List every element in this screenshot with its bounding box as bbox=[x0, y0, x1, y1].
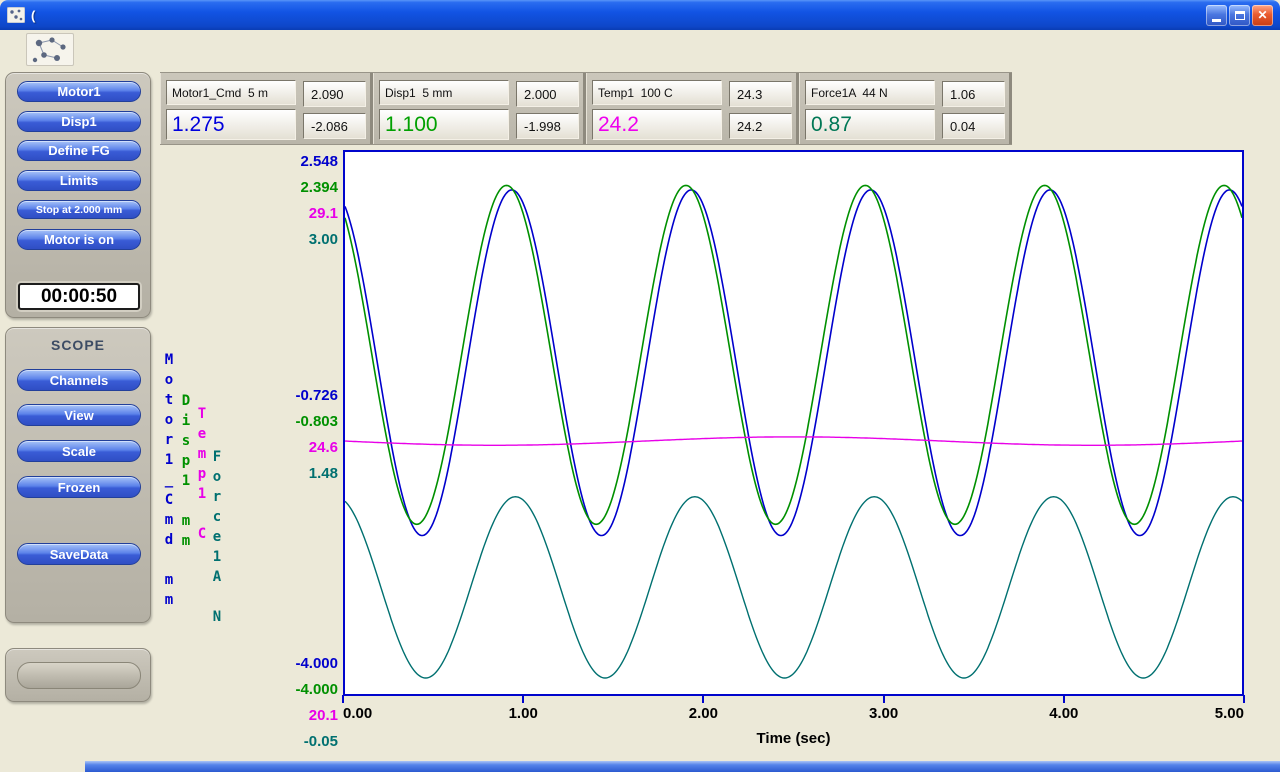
y-label: 3.00 bbox=[252, 227, 338, 253]
y-axis-name-temp1: Temp1 C bbox=[194, 406, 210, 546]
maximize-icon bbox=[1235, 11, 1245, 20]
readout-max: 24.3 bbox=[729, 81, 792, 107]
x-tick-mark bbox=[883, 695, 885, 703]
x-tick-label: 4.00 bbox=[1049, 705, 1078, 722]
x-axis-title: Time (sec) bbox=[343, 730, 1244, 747]
blank-button[interactable] bbox=[17, 662, 141, 689]
readout-disp1: Disp1 5 mm 1.100 2.000 -1.998 bbox=[373, 73, 586, 144]
y-label: 2.548 bbox=[252, 149, 338, 175]
readout-min: -2.086 bbox=[303, 113, 366, 139]
y-label: -0.803 bbox=[252, 409, 338, 435]
disp1-button[interactable]: Disp1 bbox=[17, 111, 141, 132]
stop-at-limit-button[interactable]: Stop at 2.000 mm bbox=[17, 200, 141, 219]
app-logo bbox=[26, 33, 74, 66]
bottom-panel bbox=[5, 648, 151, 702]
y-axis-name-force1a: Force1A N bbox=[209, 449, 225, 629]
y-label: 1.48 bbox=[252, 461, 338, 487]
minimize-icon bbox=[1212, 19, 1221, 22]
x-axis-labels: 0.00 1.00 2.00 3.00 4.00 5.00 bbox=[343, 705, 1244, 725]
scope-panel-title: SCOPE bbox=[6, 337, 150, 353]
x-tick-mark bbox=[342, 695, 344, 703]
readout-temp1: Temp1 100 C 24.2 24.3 24.2 bbox=[586, 73, 799, 144]
x-tick-label: 1.00 bbox=[509, 705, 538, 722]
frozen-button[interactable]: Frozen bbox=[17, 476, 141, 498]
y-label: -4.000 bbox=[252, 677, 338, 703]
limits-button[interactable]: Limits bbox=[17, 170, 141, 191]
motor-control-panel: Motor1 Disp1 Define FG Limits Stop at 2.… bbox=[5, 72, 151, 318]
readout-motor1-cmd: Motor1_Cmd 5 m 1.275 2.090 -2.086 bbox=[160, 73, 373, 144]
y-label: 20.1 bbox=[252, 703, 338, 729]
readout-name: Temp1 100 C bbox=[592, 80, 722, 105]
readout-force1a: Force1A 44 N 0.87 1.06 0.04 bbox=[799, 73, 1012, 144]
scope-waveforms bbox=[345, 152, 1242, 694]
window-controls: ✕ bbox=[1206, 5, 1273, 26]
y-label: -0.726 bbox=[252, 383, 338, 409]
view-button[interactable]: View bbox=[17, 404, 141, 426]
readout-name: Disp1 5 mm bbox=[379, 80, 509, 105]
readout-strip: Motor1_Cmd 5 m 1.275 2.090 -2.086 Disp1 … bbox=[160, 72, 1012, 145]
readout-min: 24.2 bbox=[729, 113, 792, 139]
readout-min: 0.04 bbox=[942, 113, 1005, 139]
x-axis-ticks bbox=[343, 695, 1244, 704]
readout-value: 1.275 bbox=[166, 109, 296, 140]
x-tick-mark bbox=[1063, 695, 1065, 703]
motor-on-button[interactable]: Motor is on bbox=[17, 229, 141, 250]
scope-plot-area bbox=[343, 150, 1244, 696]
close-button[interactable]: ✕ bbox=[1252, 5, 1273, 26]
scope-panel: SCOPE Channels View Scale Frozen SaveDat… bbox=[5, 327, 151, 623]
readout-name: Force1A 44 N bbox=[805, 80, 935, 105]
taskbar-strip[interactable] bbox=[85, 761, 1280, 772]
timer-display: 00:00:50 bbox=[18, 283, 140, 310]
minimize-button[interactable] bbox=[1206, 5, 1227, 26]
y-label: 29.1 bbox=[252, 201, 338, 227]
x-tick-label: 5.00 bbox=[1215, 705, 1244, 722]
y-axis-bottom-labels: -4.000 -4.000 20.1 -0.05 bbox=[252, 651, 338, 755]
maximize-button[interactable] bbox=[1229, 5, 1250, 26]
y-label: 24.6 bbox=[252, 435, 338, 461]
titlebar[interactable]: ( ✕ bbox=[0, 0, 1280, 30]
readout-value: 0.87 bbox=[805, 109, 935, 140]
savedata-button[interactable]: SaveData bbox=[17, 543, 141, 565]
close-icon: ✕ bbox=[1257, 8, 1267, 22]
define-fg-button[interactable]: Define FG bbox=[17, 140, 141, 161]
y-axis-mid-labels: -0.726 -0.803 24.6 1.48 bbox=[252, 383, 338, 487]
readout-max: 2.090 bbox=[303, 81, 366, 107]
y-axis-name-motor1-cmd: Motor1_Cmd mm bbox=[161, 352, 177, 612]
x-tick-label: 2.00 bbox=[689, 705, 718, 722]
motor1-button[interactable]: Motor1 bbox=[17, 81, 141, 102]
y-label: 2.394 bbox=[252, 175, 338, 201]
y-axis-top-labels: 2.548 2.394 29.1 3.00 bbox=[252, 149, 338, 253]
readout-value: 24.2 bbox=[592, 109, 722, 140]
readout-value: 1.100 bbox=[379, 109, 509, 140]
channels-button[interactable]: Channels bbox=[17, 369, 141, 391]
x-tick-label: 0.00 bbox=[343, 705, 372, 722]
app-window: ( ✕ Motor1 Disp1 Define FG Limits Stop a… bbox=[0, 0, 1280, 772]
y-label: -0.05 bbox=[252, 729, 338, 755]
x-tick-mark bbox=[522, 695, 524, 703]
scale-button[interactable]: Scale bbox=[17, 440, 141, 462]
readout-min: -1.998 bbox=[516, 113, 579, 139]
y-axis-name-disp1: Disp1 mm bbox=[178, 393, 194, 553]
readout-name: Motor1_Cmd 5 m bbox=[166, 80, 296, 105]
readout-max: 1.06 bbox=[942, 81, 1005, 107]
readout-max: 2.000 bbox=[516, 81, 579, 107]
window-icon bbox=[7, 7, 25, 23]
x-tick-mark bbox=[1243, 695, 1245, 703]
app-logo-icon bbox=[27, 34, 73, 65]
x-tick-label: 3.00 bbox=[869, 705, 898, 722]
window-title: ( bbox=[31, 8, 1206, 23]
x-tick-mark bbox=[702, 695, 704, 703]
y-label: -4.000 bbox=[252, 651, 338, 677]
